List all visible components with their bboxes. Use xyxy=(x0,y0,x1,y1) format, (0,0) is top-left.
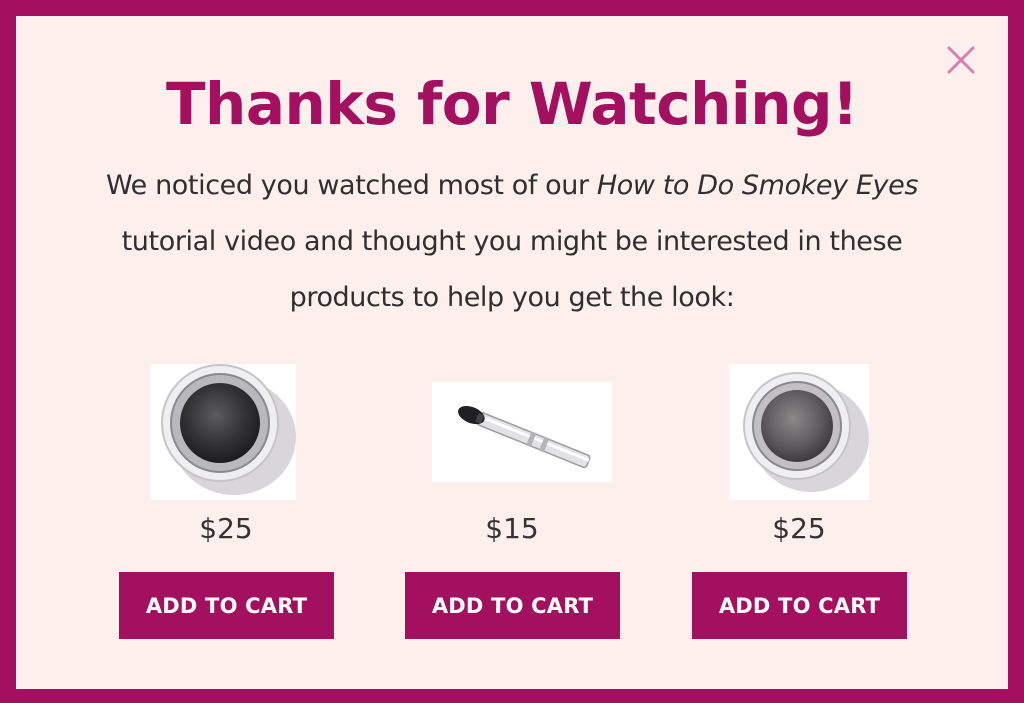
video-title: How to Do Smokey Eyes xyxy=(596,170,919,201)
product-card: $25 ADD TO CART xyxy=(689,362,909,662)
product-card: $15 ADD TO CART xyxy=(402,362,622,662)
product-price: $25 xyxy=(772,512,826,545)
black-eyeshadow-pot-image xyxy=(150,364,296,500)
add-to-cart-button[interactable]: ADD TO CART xyxy=(119,572,334,639)
gray-eyeshadow-pot-image xyxy=(729,364,869,500)
eyeshadow-applicator-image xyxy=(432,382,612,482)
add-to-cart-button[interactable]: ADD TO CART xyxy=(692,572,907,639)
message-text-2: tutorial video and thought you might be … xyxy=(121,226,903,313)
product-card: $25 ADD TO CART xyxy=(116,362,336,662)
product-price: $25 xyxy=(199,512,253,545)
message-text-1: We noticed you watched most of our xyxy=(105,170,597,201)
modal-message: We noticed you watched most of our How t… xyxy=(102,158,922,326)
product-price: $15 xyxy=(485,512,539,545)
modal-title: Thanks for Watching! xyxy=(165,70,859,138)
add-to-cart-button[interactable]: ADD TO CART xyxy=(405,572,620,639)
